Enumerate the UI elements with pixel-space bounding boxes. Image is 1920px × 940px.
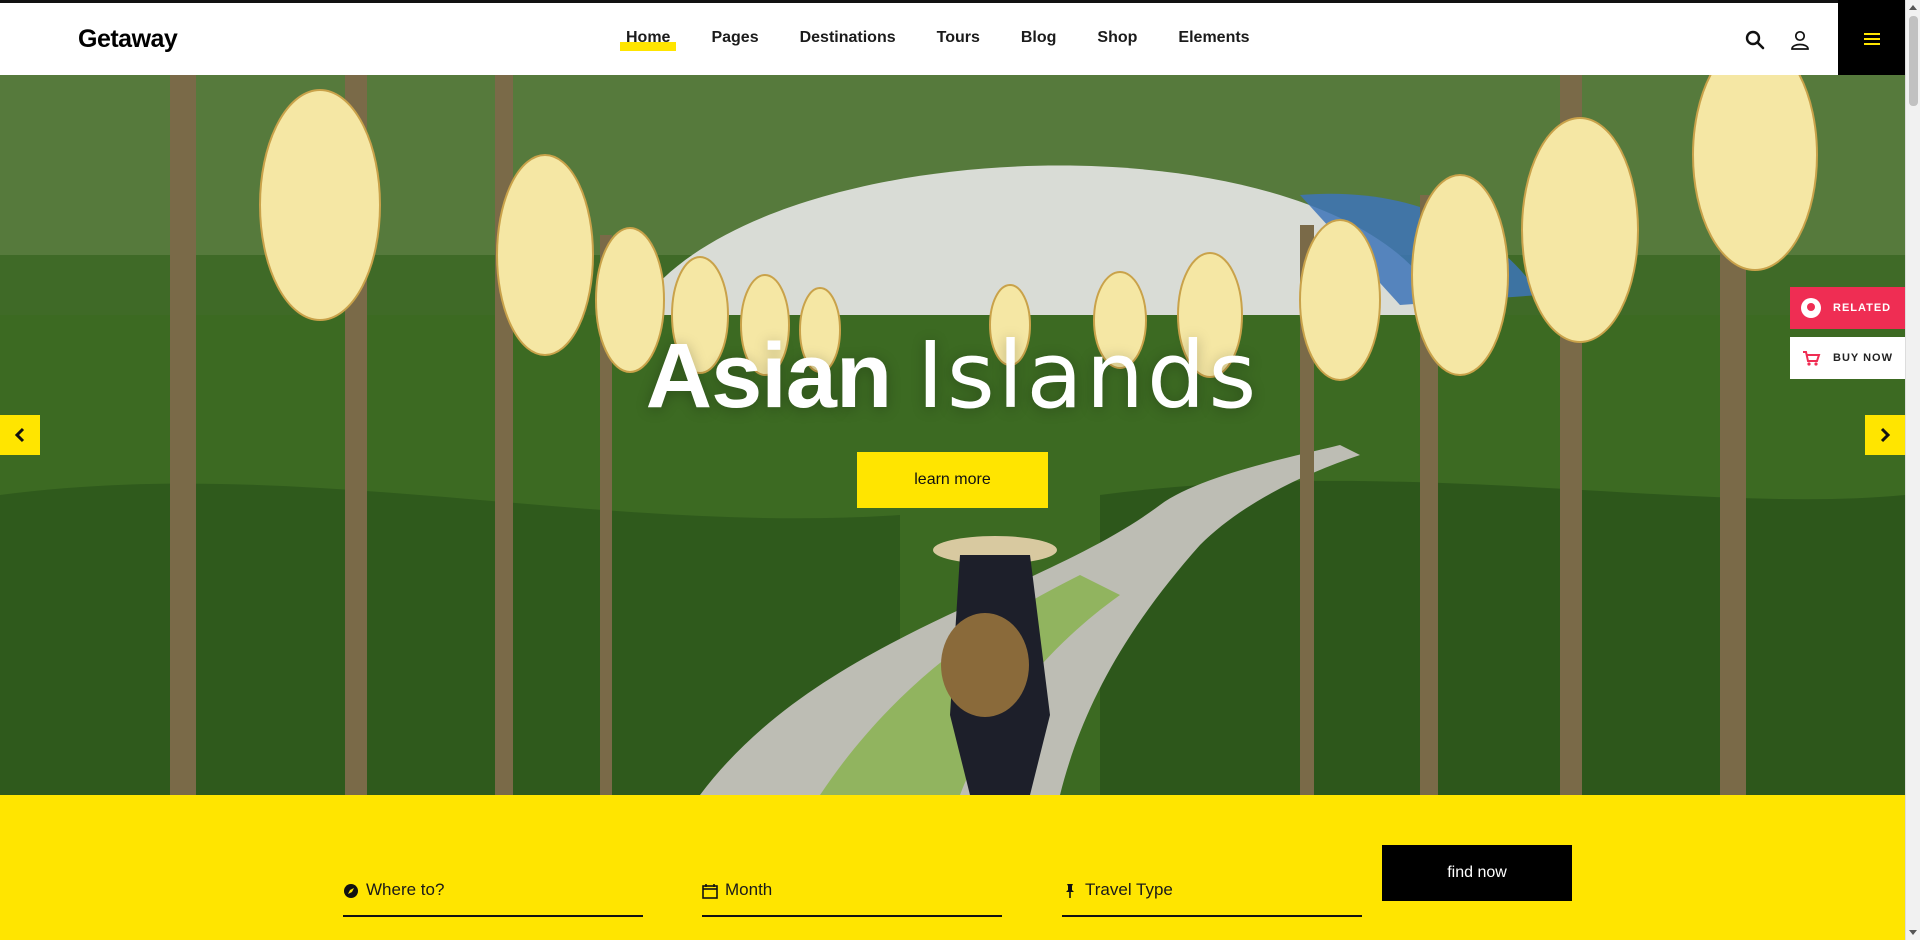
travel-type-placeholder: Travel Type <box>1085 880 1173 899</box>
search-icon[interactable] <box>1745 30 1767 52</box>
chevron-right-icon <box>1880 427 1891 443</box>
main-nav: Home Pages Destinations Tours Blog Shop … <box>619 29 1291 51</box>
user-icon[interactable] <box>1790 30 1812 52</box>
travel-type-field[interactable]: Travel Type <box>1062 875 1362 917</box>
hamburger-menu-button[interactable] <box>1838 0 1905 78</box>
month-field[interactable]: Month <box>702 875 1002 917</box>
find-now-button[interactable]: find now <box>1382 845 1572 901</box>
hero-title-bold: Asian <box>645 325 893 427</box>
nav-item-tours[interactable]: Tours <box>937 29 980 47</box>
slider-next-button[interactable] <box>1865 415 1905 455</box>
calendar-icon <box>702 884 718 899</box>
site-logo[interactable]: Getaway <box>78 25 178 54</box>
chevron-left-icon <box>14 427 25 443</box>
site-header: Getaway Home Pages Destinations Tours Bl… <box>0 0 1905 78</box>
hero-title-light: Islands <box>916 322 1260 429</box>
compass-icon <box>344 884 358 898</box>
hero-title: Asian Islands <box>0 330 1905 423</box>
learn-more-button[interactable]: learn more <box>857 452 1048 508</box>
pin-icon <box>1066 884 1074 898</box>
slider-prev-button[interactable] <box>0 415 40 455</box>
buy-now-label: BUY NOW <box>1833 352 1893 364</box>
where-to-placeholder: Where to? <box>366 880 445 899</box>
buy-now-button[interactable]: BUY NOW <box>1790 337 1905 379</box>
scroll-up-arrow-icon[interactable] <box>1909 5 1917 10</box>
nav-item-destinations[interactable]: Destinations <box>800 29 896 47</box>
cart-icon <box>1803 351 1821 366</box>
hero-slider: Asian Islands learn more RELATED BUY NOW <box>0 75 1905 795</box>
page-scrollbar[interactable] <box>1905 0 1920 940</box>
month-placeholder: Month <box>725 880 773 899</box>
hamburger-menu-icon <box>1864 33 1880 45</box>
related-icon <box>1801 298 1821 318</box>
nav-item-shop[interactable]: Shop <box>1097 29 1137 47</box>
nav-item-elements[interactable]: Elements <box>1178 29 1249 47</box>
related-button[interactable]: RELATED <box>1790 287 1905 329</box>
scrollbar-thumb[interactable] <box>1909 16 1918 106</box>
scroll-down-arrow-icon[interactable] <box>1909 930 1917 935</box>
nav-item-blog[interactable]: Blog <box>1021 29 1057 47</box>
where-to-field[interactable]: Where to? <box>343 875 643 917</box>
related-label: RELATED <box>1833 302 1892 314</box>
nav-item-home[interactable]: Home <box>619 29 677 51</box>
tour-search-bar: Where to? Month Travel Type find now <box>0 795 1905 940</box>
hero-background-image <box>0 75 1905 795</box>
nav-item-pages[interactable]: Pages <box>711 29 758 47</box>
